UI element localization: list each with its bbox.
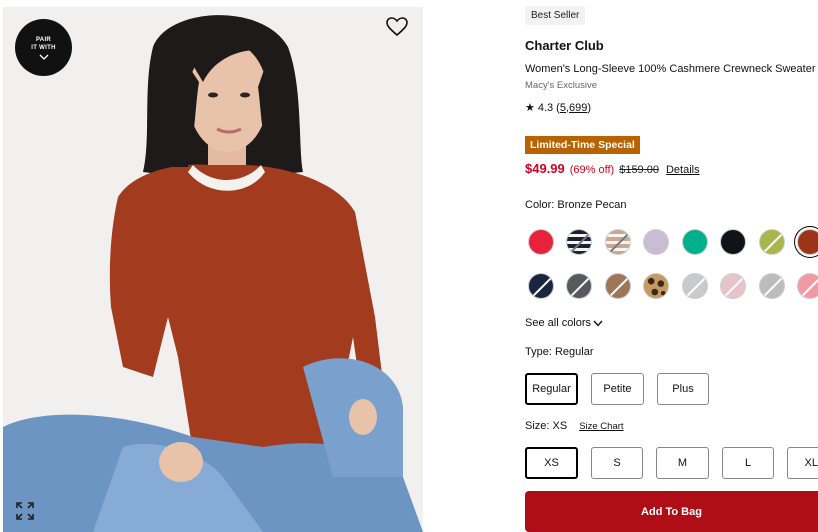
size-label-row: Size: XS Size Chart <box>525 420 624 432</box>
color-swatch-lime[interactable] <box>759 229 785 255</box>
promo-badge: Limited-Time Special <box>525 136 640 154</box>
details-link[interactable]: Details <box>666 164 700 176</box>
see-all-colors-button[interactable]: See all colors <box>525 317 603 329</box>
rating-close-paren: ) <box>587 101 592 114</box>
color-label: Color: Bronze Pecan <box>525 199 627 211</box>
heart-icon[interactable] <box>386 17 408 37</box>
size-option-s[interactable]: S <box>591 447 643 479</box>
star-icon: ★ <box>525 102 535 114</box>
color-swatch-black[interactable] <box>720 229 746 255</box>
color-swatch-tan-white-stripe[interactable] <box>605 229 631 255</box>
size-option-xl-label: XL <box>804 457 818 469</box>
color-swatch-camel[interactable] <box>605 273 631 299</box>
add-to-bag-button[interactable]: Add To Bag <box>525 491 818 532</box>
product-title: Women's Long-Sleeve 100% Cashmere Crewne… <box>525 63 816 75</box>
type-option-petite[interactable]: Petite <box>591 373 644 405</box>
color-swatch-jade[interactable] <box>682 229 708 255</box>
chevron-down-icon <box>39 54 48 60</box>
expand-icon[interactable] <box>15 501 35 521</box>
model-photo <box>3 7 423 532</box>
original-price: $159.00 <box>619 164 659 176</box>
brand-link[interactable]: Charter Club <box>525 38 604 53</box>
color-swatch-navy[interactable] <box>528 273 554 299</box>
size-option-xl[interactable]: XL <box>787 447 818 479</box>
color-swatch-blush[interactable] <box>720 273 746 299</box>
price-row: $49.99 (69% off) $159.00 Details <box>525 161 700 176</box>
review-count-link[interactable]: 5,699 <box>560 102 588 114</box>
size-option-l[interactable]: L <box>722 447 774 479</box>
color-swatch-lilac[interactable] <box>643 229 669 255</box>
color-swatch-pink[interactable] <box>797 273 818 299</box>
sale-price: $49.99 <box>525 161 565 176</box>
color-swatch-navy-white-stripe[interactable] <box>566 229 592 255</box>
rating-score: 4.3 <box>537 101 554 114</box>
type-option-plus[interactable]: Plus <box>657 373 709 405</box>
product-info-panel: Best Seller Charter Club Women's Long-Sl… <box>525 0 818 532</box>
color-swatch-leopard[interactable] <box>643 273 669 299</box>
size-chart-link[interactable]: Size Chart <box>579 421 623 432</box>
color-swatch-bronze-pecan[interactable] <box>797 229 818 255</box>
product-image[interactable]: PAIR IT WITH <box>3 7 423 532</box>
see-all-colors-label: See all colors <box>525 317 592 329</box>
rating[interactable]: ★ 4.3 (5,699) <box>525 101 592 115</box>
size-label: Size: XS <box>525 420 568 432</box>
pair-it-with-button[interactable]: PAIR IT WITH <box>15 19 72 76</box>
pair-badge-line2: IT WITH <box>31 44 56 51</box>
pair-badge-line1: PAIR <box>35 36 52 43</box>
size-option-m[interactable]: M <box>656 447 709 479</box>
type-option-regular[interactable]: Regular <box>525 373 578 405</box>
discount-percent: (69% off) <box>569 164 615 176</box>
type-label: Type: Regular <box>525 346 594 358</box>
color-swatch-red[interactable] <box>528 229 554 255</box>
exclusive-label: Macy's Exclusive <box>525 80 598 91</box>
color-swatch-light-grey[interactable] <box>682 273 708 299</box>
size-option-xs[interactable]: XS <box>525 447 578 479</box>
color-swatch-silver-grey[interactable] <box>759 273 785 299</box>
chevron-down-icon <box>593 320 603 327</box>
best-seller-badge: Best Seller <box>525 6 586 25</box>
color-swatch-charcoal[interactable] <box>566 273 592 299</box>
